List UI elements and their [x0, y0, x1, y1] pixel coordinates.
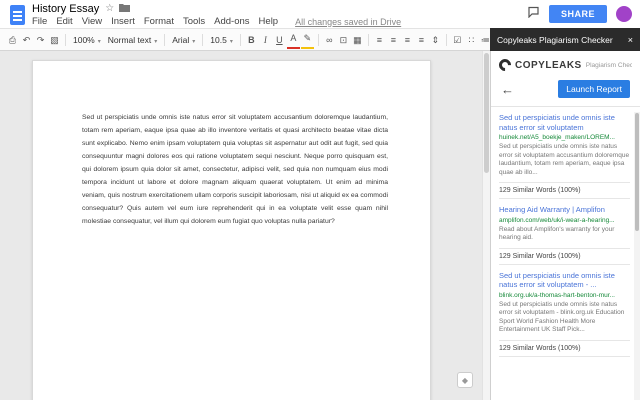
- result-url: huinek.net/A5_boekje_maken/LOREM...: [499, 134, 615, 141]
- result-item[interactable]: Sed ut perspiciatis unde omnis iste natu…: [491, 265, 634, 357]
- result-similar-words[interactable]: 129 Similar Words (100%): [499, 247, 630, 265]
- print-button[interactable]: ⎙: [6, 30, 19, 50]
- italic-button[interactable]: I: [259, 30, 272, 50]
- zoom-select[interactable]: 100%: [70, 35, 104, 45]
- toolbar-divider: [164, 33, 166, 46]
- docs-topbar: History Essay ☆ File Edit View Insert Fo…: [0, 0, 640, 28]
- document-page[interactable]: Sed ut perspiciatis unde omnis iste natu…: [32, 60, 431, 400]
- align-right-button[interactable]: ≡: [401, 30, 414, 50]
- document-text[interactable]: Sed ut perspiciatis unde omnis iste natu…: [82, 111, 388, 228]
- underline-button[interactable]: U: [273, 30, 286, 50]
- menu-insert[interactable]: Insert: [111, 16, 135, 27]
- document-scrollbar-thumb[interactable]: [484, 53, 489, 173]
- redo-button[interactable]: ↷: [34, 30, 47, 50]
- bold-button[interactable]: B: [245, 30, 258, 50]
- extension-title: Copyleaks Plagiarism Checker: [497, 34, 613, 45]
- insert-comment-button[interactable]: ⊡: [337, 30, 350, 50]
- action-row: ← Launch Report: [491, 76, 640, 106]
- share-button[interactable]: SHARE: [548, 5, 607, 23]
- saved-status[interactable]: All changes saved in Drive: [295, 17, 401, 27]
- menu-help[interactable]: Help: [259, 16, 279, 27]
- result-snippet: Sed ut perspiciatis unde omnis iste natu…: [499, 300, 625, 334]
- launch-report-button[interactable]: Launch Report: [558, 80, 630, 98]
- align-justify-button[interactable]: ≡: [415, 30, 428, 50]
- bulleted-list-button[interactable]: ∷: [465, 30, 478, 50]
- result-url: amplifon.com/web/uk/i-wear-a-hearing...: [499, 216, 615, 224]
- copyleaks-sidebar: COPYLEAKS Plagiarism Checker ← Launch Re…: [490, 51, 640, 400]
- result-url: blink.org.uk/a-thomas-hart-benton-mur...: [499, 291, 615, 299]
- result-snippet: Read about Amplifon's warranty for your …: [499, 225, 615, 242]
- comment-history-icon[interactable]: [527, 5, 540, 23]
- toolbar-divider: [65, 33, 66, 46]
- result-item[interactable]: Hearing Aid Warranty | Amplifon amplifon…: [491, 199, 634, 265]
- menu-tools[interactable]: Tools: [183, 16, 205, 27]
- sidebar-scrollbar[interactable]: [634, 112, 640, 400]
- checklist-button[interactable]: ☑: [451, 30, 464, 50]
- result-item[interactable]: Sed ut perspiciatis unde omnis iste natu…: [491, 107, 634, 199]
- result-similar-words[interactable]: 129 Similar Words (100%): [499, 182, 630, 199]
- result-title-link[interactable]: Hearing Aid Warranty | Amplifon: [499, 205, 630, 215]
- folder-icon[interactable]: [119, 3, 131, 15]
- result-title-link[interactable]: Sed ut perspiciatis unde omnis iste natu…: [499, 271, 630, 290]
- menu-addons[interactable]: Add-ons: [214, 16, 249, 27]
- menu-edit[interactable]: Edit: [56, 16, 72, 27]
- avatar[interactable]: [616, 6, 632, 22]
- star-icon[interactable]: ☆: [105, 3, 114, 14]
- menu-format[interactable]: Format: [144, 16, 174, 27]
- copyleaks-brand-subtitle: Plagiarism Checker: [585, 61, 632, 69]
- docs-logo-icon[interactable]: [10, 5, 25, 25]
- content-area: Sed ut perspiciatis unde omnis iste natu…: [0, 51, 640, 400]
- undo-button[interactable]: ↶: [20, 30, 33, 50]
- insert-image-button[interactable]: ▦: [351, 30, 364, 50]
- title-menu-block: History Essay ☆ File Edit View Insert Fo…: [32, 2, 401, 28]
- align-center-button[interactable]: ≡: [387, 30, 400, 50]
- insert-link-button[interactable]: ∞: [323, 30, 336, 50]
- line-spacing-button[interactable]: ⇕: [429, 30, 442, 50]
- result-snippet: Sed ut perspiciatis unde omnis iste natu…: [499, 143, 630, 176]
- font-size-select[interactable]: 10.5: [207, 35, 236, 45]
- title-row: History Essay ☆: [32, 2, 401, 15]
- menubar: File Edit View Insert Format Tools Add-o…: [32, 15, 401, 28]
- brand-row: COPYLEAKS Plagiarism Checker: [491, 51, 640, 76]
- styles-select[interactable]: Normal text: [105, 35, 160, 45]
- results-list: Sed ut perspiciatis unde omnis iste natu…: [491, 106, 640, 400]
- menu-view[interactable]: View: [82, 16, 102, 27]
- back-button[interactable]: ←: [501, 83, 514, 96]
- toolbar-divider: [239, 33, 241, 46]
- document-title[interactable]: History Essay: [32, 3, 99, 15]
- text-color-button[interactable]: A: [286, 31, 300, 49]
- result-similar-words[interactable]: 129 Similar Words (100%): [499, 339, 630, 357]
- explore-button[interactable]: ◆: [457, 372, 473, 388]
- align-left-button[interactable]: ≡: [373, 30, 386, 50]
- app-window: History Essay ☆ File Edit View Insert Fo…: [0, 0, 640, 400]
- copyleaks-logo-icon: [496, 56, 514, 74]
- topbar-actions: SHARE: [527, 0, 632, 28]
- close-icon[interactable]: ×: [628, 35, 633, 45]
- toolbar-divider: [367, 33, 369, 46]
- menu-file[interactable]: File: [32, 16, 47, 27]
- toolbar-row: ⎙ ↶ ↷ ▧ 100% Normal text Arial 10.5 B I …: [0, 28, 640, 51]
- toolbar-divider: [445, 33, 447, 46]
- toolbar-divider: [317, 33, 319, 46]
- paint-format-button[interactable]: ▧: [48, 30, 61, 50]
- document-canvas: Sed ut perspiciatis unde omnis iste natu…: [0, 51, 490, 400]
- toolbar-divider: [202, 33, 204, 46]
- document-scrollbar[interactable]: [482, 51, 490, 400]
- copyleaks-brand: COPYLEAKS: [515, 59, 582, 71]
- numbered-list-button[interactable]: ≔: [479, 30, 490, 50]
- toolbar: ⎙ ↶ ↷ ▧ 100% Normal text Arial 10.5 B I …: [0, 28, 490, 51]
- sidebar-scrollbar-thumb[interactable]: [635, 113, 639, 231]
- highlight-color-button[interactable]: ✎: [300, 31, 314, 49]
- result-title-link[interactable]: Sed ut perspiciatis unde omnis iste natu…: [499, 113, 630, 132]
- extension-header: Copyleaks Plagiarism Checker ×: [490, 28, 640, 51]
- font-select[interactable]: Arial: [169, 35, 198, 45]
